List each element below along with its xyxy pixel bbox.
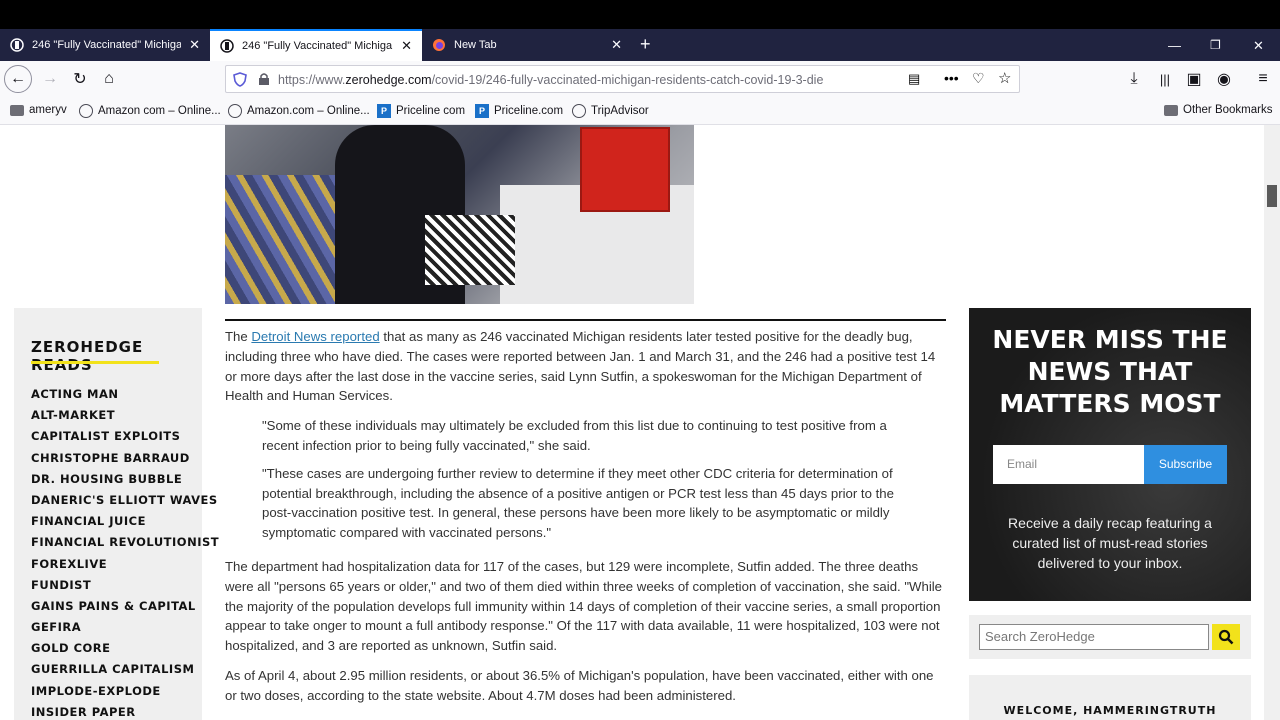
tab-title: New Tab [454, 39, 497, 51]
sidebar-link[interactable]: DANERIC'S ELLIOTT WAVES [31, 490, 219, 511]
shield-icon[interactable] [233, 72, 247, 87]
sidebar-link[interactable]: ACTING MAN [31, 384, 219, 405]
sidebar-link[interactable]: FINANCIAL REVOLUTIONIST [31, 532, 219, 553]
page-actions-icon[interactable]: ••• [944, 70, 959, 86]
bookmark-star-icon[interactable]: ☆ [998, 69, 1011, 87]
paragraph: As of April 4, about 2.95 million reside… [225, 667, 934, 703]
sidebar-title: ZEROHEDGE READS [31, 338, 144, 374]
sidebar-link[interactable]: FINANCIAL JUICE [31, 511, 219, 532]
page-content: ZEROHEDGE READS ACTING MAN ALT-MARKET CA… [0, 125, 1264, 720]
sidebar-link[interactable]: CHRISTOPHE BARRAUD [31, 448, 219, 469]
zerohedge-favicon-icon [10, 38, 24, 52]
sidebar-list: ACTING MAN ALT-MARKET CAPITALIST EXPLOIT… [31, 384, 219, 720]
scrollbar[interactable] [1264, 125, 1280, 720]
firefox-icon [433, 39, 445, 51]
subscribe-button[interactable]: Subscribe [1144, 445, 1227, 484]
priceline-icon: P [475, 104, 489, 118]
sidebar-link[interactable]: IMPLODE-EXPLODE [31, 681, 219, 702]
sidebar-toggle-icon[interactable]: ▣ [1182, 67, 1206, 91]
sidebar-link[interactable]: FUNDIST [31, 575, 219, 596]
sidebar-link[interactable]: CAPITALIST EXPLOITS [31, 426, 219, 447]
blockquote: "These cases are undergoing further revi… [262, 465, 894, 541]
sidebar-link[interactable]: GUERRILLA CAPITALISM [31, 659, 219, 680]
sidebar-link[interactable]: GEFIRA [31, 617, 219, 638]
zerohedge-reads-sidebar: ZEROHEDGE READS ACTING MAN ALT-MARKET CA… [14, 308, 219, 720]
sidebar-link[interactable]: GAINS PAINS & CAPITAL [31, 596, 219, 617]
close-window-icon[interactable]: ✕ [1253, 38, 1264, 54]
email-field[interactable]: Email [993, 445, 1144, 484]
scrollbar-thumb[interactable] [1267, 185, 1277, 207]
tab-title: 246 "Fully Vaccinated" Michiga [32, 39, 182, 51]
globe-icon [79, 104, 93, 118]
url-text: https://www.zerohedge.com/covid-19/246-f… [278, 73, 824, 87]
bookmark-item[interactable]: TripAdvisor [572, 104, 649, 118]
tab-3[interactable]: New Tab ✕ [422, 29, 632, 61]
promo-title: NEVER MISS THE NEWS THAT MATTERS MOST [992, 325, 1228, 418]
close-tab-icon[interactable]: ✕ [611, 37, 622, 53]
promo-description: Receive a daily recap featuring a curate… [1008, 515, 1212, 571]
bookmark-item[interactable]: ameryv [10, 104, 67, 116]
title-underline [31, 361, 159, 364]
minimize-icon[interactable]: — [1168, 38, 1181, 53]
globe-icon [228, 104, 242, 118]
paragraph: The Detroit News reported that as many a… [225, 329, 936, 404]
sidebar-link[interactable]: DR. HOUSING BUBBLE [31, 469, 219, 490]
url-bar[interactable]: https://www.zerohedge.com/covid-19/246-f… [225, 65, 1020, 93]
newsletter-promo: NEVER MISS THE NEWS THAT MATTERS MOST Em… [969, 308, 1251, 601]
close-tab-icon[interactable]: ✕ [189, 37, 200, 53]
priceline-icon: P [377, 104, 391, 118]
forward-arrow-icon[interactable]: → [38, 67, 62, 91]
back-arrow-icon[interactable]: ← [4, 65, 32, 93]
library-icon[interactable]: ||| [1153, 67, 1177, 91]
new-tab-icon[interactable]: + [640, 35, 651, 53]
tab-1[interactable]: 246 "Fully Vaccinated" Michiga ✕ [0, 29, 210, 61]
sidebar-link[interactable]: INSIDER PAPER [31, 702, 219, 720]
sidebar-link[interactable]: FOREXLIVE [31, 554, 219, 575]
paragraph: The department had hospitalization data … [225, 558, 943, 654]
tab-title: 246 "Fully Vaccinated" Michiga [242, 40, 393, 52]
search-input[interactable]: Search ZeroHedge [979, 624, 1209, 650]
menu-icon[interactable]: ≡ [1251, 67, 1275, 91]
reload-icon[interactable]: ↻ [68, 67, 92, 91]
zerohedge-favicon-icon [220, 39, 234, 53]
bookmark-item[interactable]: P Priceline com [377, 104, 465, 118]
home-icon[interactable]: ⌂ [97, 67, 121, 91]
search-icon [1218, 629, 1234, 645]
article-photo [225, 125, 694, 304]
globe-icon [572, 104, 586, 118]
restore-icon[interactable]: ❐ [1210, 38, 1221, 52]
blockquote: "Some of these individuals may ultimatel… [262, 418, 887, 453]
detroit-news-link[interactable]: Detroit News reported [251, 329, 379, 344]
pocket-icon[interactable]: ♡ [972, 70, 985, 87]
article-body: The Detroit News reported that as many a… [225, 327, 946, 716]
screen-top-bar [0, 0, 1280, 29]
other-bookmarks[interactable]: Other Bookmarks [1164, 104, 1272, 116]
download-icon[interactable]: ⤓ [1122, 67, 1146, 91]
welcome-box: WELCOME, HAMMERINGTRUTH [969, 675, 1251, 720]
welcome-text: WELCOME, HAMMERINGTRUTH [1003, 704, 1217, 717]
close-tab-icon[interactable]: ✕ [401, 38, 412, 54]
article-divider [225, 319, 946, 321]
lock-icon[interactable] [258, 72, 270, 86]
sidebar-link[interactable]: GOLD CORE [31, 638, 219, 659]
folder-icon [10, 104, 24, 116]
bookmarks-toolbar: ameryv Amazon com – Online... Amazon.com… [0, 97, 1280, 125]
account-icon[interactable]: ◉ [1212, 67, 1236, 91]
search-widget: Search ZeroHedge [969, 615, 1251, 659]
tab-2-active[interactable]: 246 "Fully Vaccinated" Michiga ✕ [210, 29, 422, 61]
bookmark-item[interactable]: P Priceline.com [475, 104, 563, 118]
sidebar-link[interactable]: ALT-MARKET [31, 405, 219, 426]
folder-icon [1164, 104, 1178, 116]
reader-view-icon[interactable]: ▤ [908, 71, 920, 87]
bookmark-item[interactable]: Amazon com – Online... [79, 104, 221, 118]
bookmark-item[interactable]: Amazon.com – Online... [228, 104, 370, 118]
search-button[interactable] [1212, 624, 1240, 650]
